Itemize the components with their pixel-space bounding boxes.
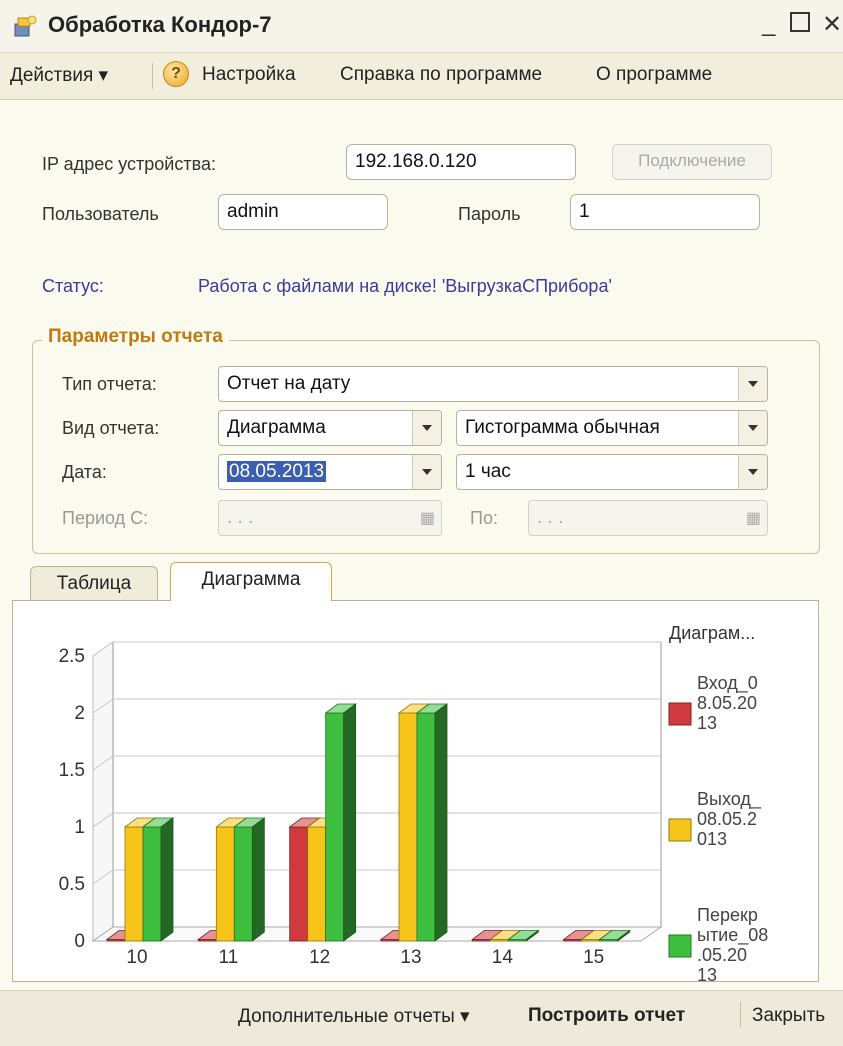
period-from-value: . . . [227, 507, 254, 528]
password-input[interactable]: 1 [570, 194, 760, 230]
settings-menu[interactable]: Настройка [202, 64, 296, 86]
extra-reports-button[interactable]: Дополнительные отчеты ▾ [238, 1005, 470, 1028]
legend-label: Перекр ытие_08.05.20 13 [697, 905, 768, 981]
tab-chart[interactable]: Диаграмма [170, 562, 332, 601]
bar-side [160, 817, 174, 942]
chevron-down-icon[interactable] [412, 411, 441, 445]
date-select[interactable]: 08.05.2013 [218, 454, 442, 490]
period-from-input[interactable]: . . . ▦ [218, 500, 442, 536]
bar-front [289, 826, 309, 942]
bar-front [142, 826, 162, 942]
report-params-title: Параметры отчета [42, 326, 229, 348]
bar-side [343, 703, 357, 942]
y-tick-label: 2 [74, 703, 85, 724]
y-tick-label: 1 [74, 817, 85, 838]
legend-swatch [668, 818, 692, 842]
chart-kind-select[interactable]: Гистограмма обычная [456, 410, 768, 446]
chevron-down-icon[interactable] [738, 367, 767, 401]
bar-front [124, 826, 144, 942]
y-tick-label: 0.5 [59, 874, 85, 895]
chevron-down-icon[interactable] [412, 455, 441, 489]
chart-back-wall [112, 641, 662, 928]
legend-label: Выход_ 08.05.2 013 [697, 789, 762, 849]
bar-front [398, 712, 418, 942]
status-label: Статус: [42, 276, 104, 296]
report-type-value: Отчет на дату [227, 373, 351, 394]
bar-front [325, 712, 345, 942]
x-tick-label: 11 [218, 947, 238, 968]
minimize-button[interactable]: _ [762, 10, 775, 38]
legend-swatch [668, 934, 692, 958]
bar-front [307, 826, 327, 942]
help-menu[interactable]: Справка по программе [340, 64, 542, 86]
close-button[interactable]: Закрыть [752, 1005, 825, 1027]
x-tick-label: 15 [583, 947, 604, 968]
x-tick-label: 10 [126, 947, 147, 968]
report-type-label: Тип отчета: [62, 374, 157, 394]
chevron-down-icon[interactable] [738, 455, 767, 489]
help-icon[interactable]: ? [163, 61, 189, 87]
chart-kind-value: Гистограмма обычная [465, 417, 660, 438]
period-from-label: Период С: [62, 508, 149, 528]
chevron-down-icon[interactable] [738, 411, 767, 445]
build-report-button[interactable]: Построить отчет [528, 1005, 685, 1027]
y-tick-label: 1.5 [59, 760, 85, 781]
period-to-value: . . . [537, 507, 564, 528]
ip-input[interactable]: 192.168.0.120 [346, 144, 576, 180]
interval-select[interactable]: 1 час [456, 454, 768, 490]
chart-side-wall [92, 641, 114, 942]
ip-label: IP адрес устройства: [42, 154, 216, 174]
calendar-icon[interactable]: ▦ [746, 508, 761, 528]
report-kind-value: Диаграмма [227, 417, 326, 438]
about-menu[interactable]: О программе [596, 64, 712, 86]
maximize-button[interactable] [790, 12, 810, 32]
period-to-label: По: [470, 508, 498, 528]
report-kind-label: Вид отчета: [62, 418, 160, 438]
user-label: Пользователь [42, 204, 159, 224]
x-tick-label: 14 [492, 947, 514, 968]
footer-separator [740, 1002, 741, 1028]
legend-label: Вход_0 8.05.20 13 [697, 673, 758, 733]
bar-side [251, 817, 265, 942]
app-icon [14, 15, 37, 37]
bar-front [233, 826, 253, 942]
close-window-button[interactable]: ✕ [822, 10, 842, 39]
y-tick-label: 2.5 [59, 646, 85, 667]
report-type-select[interactable]: Отчет на дату [218, 366, 768, 402]
calendar-icon[interactable]: ▦ [420, 508, 435, 528]
actions-menu[interactable]: Действия ▾ [10, 64, 108, 87]
bar-front [215, 826, 235, 942]
x-tick-label: 12 [309, 947, 330, 968]
bar-chart: 0 0.5 1 1.5 2 2.5 10 11 12 13 14 15 Диаграм... Вход_0… [59, 623, 769, 985]
interval-value: 1 час [465, 461, 511, 482]
period-to-input[interactable]: . . . ▦ [528, 500, 768, 536]
menu-separator [152, 63, 153, 89]
bar-side [434, 703, 448, 942]
date-value: 08.05.2013 [227, 461, 327, 482]
chart-panel: 0 0.5 1 1.5 2 2.5 10 11 12 13 14 15 Диаграм... Вход_0… [12, 600, 819, 985]
date-label: Дата: [62, 462, 107, 482]
legend-swatch [668, 702, 692, 726]
connect-button[interactable]: Подключение [612, 144, 772, 180]
status-value: Работа с файлами на диске! 'ВыгрузкаСПри… [198, 276, 612, 296]
tab-table[interactable]: Таблица [30, 566, 158, 601]
y-tick-label: 0 [74, 931, 85, 952]
bar-front [416, 712, 436, 942]
x-tick-label: 13 [400, 947, 421, 968]
window-title: Обработка Кондор-7 [48, 12, 272, 37]
legend-title: Диаграм... [669, 623, 755, 643]
user-input[interactable]: admin [218, 194, 388, 230]
password-label: Пароль [458, 204, 521, 224]
report-kind-select[interactable]: Диаграмма [218, 410, 442, 446]
